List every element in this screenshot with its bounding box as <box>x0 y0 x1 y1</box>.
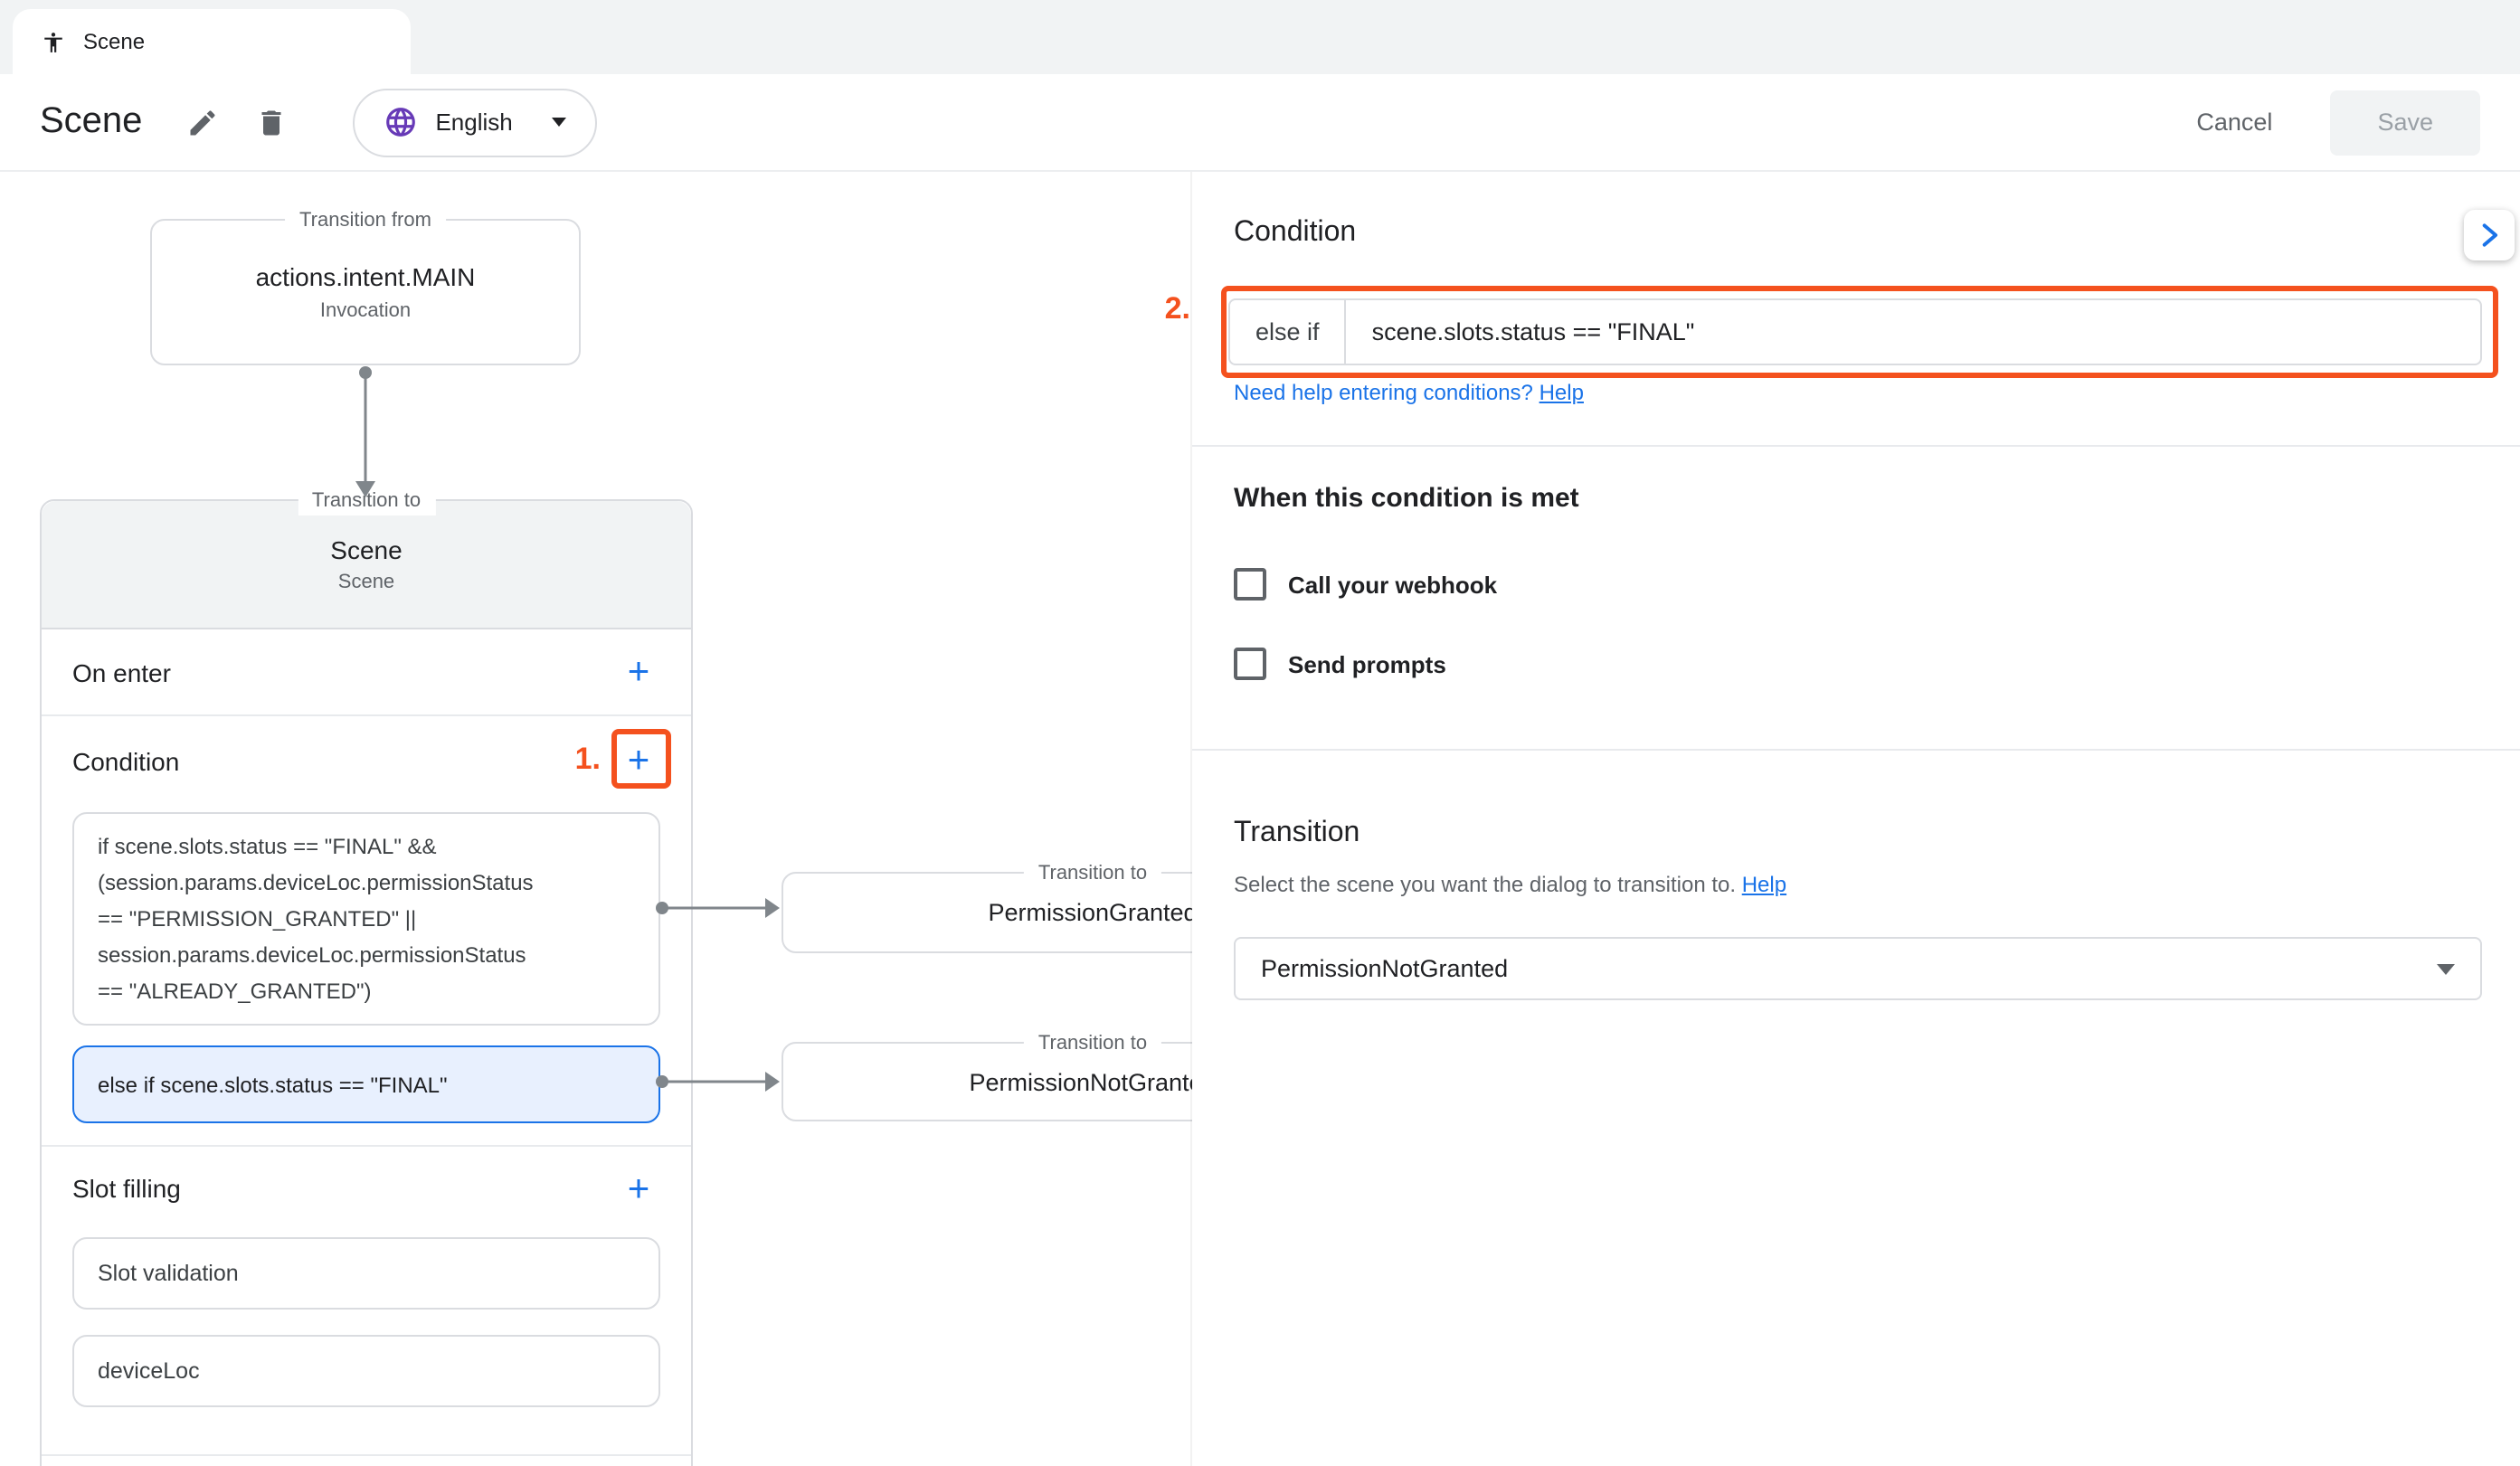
target-1-name: PermissionGranted <box>988 899 1197 926</box>
header: Scene English Cancel Save <box>0 74 2520 172</box>
condition-section: Condition + if scene.slots.status == "FI… <box>42 716 691 1147</box>
condition-section-label: Condition <box>72 746 179 775</box>
scene-card-subtitle: Scene <box>338 572 394 593</box>
add-slot-button[interactable]: + <box>617 1169 660 1207</box>
scene-card: Transition to Scene Scene On enter + Con… <box>40 499 693 1466</box>
panel-divider <box>1192 749 2520 751</box>
slot-validation-item[interactable]: Slot validation <box>72 1237 660 1310</box>
transition-from-legend: Transition from <box>285 206 446 235</box>
add-on-enter-button[interactable]: + <box>617 653 660 691</box>
add-condition-button[interactable]: + <box>617 742 660 780</box>
pencil-icon <box>185 106 218 138</box>
condition-editor-row: else if <box>1228 298 2482 365</box>
panel-divider <box>1192 445 2520 447</box>
globe-icon <box>383 105 417 139</box>
call-webhook-checkbox[interactable] <box>1234 568 1266 601</box>
when-condition-met-heading: When this condition is met <box>1234 483 1579 514</box>
collapse-panel-button[interactable] <box>2464 210 2515 260</box>
condition-help-line: Need help entering conditions? Help <box>1234 380 1584 405</box>
language-selector[interactable]: English <box>352 88 597 156</box>
cancel-button[interactable]: Cancel <box>2164 109 2305 136</box>
transition-select[interactable]: PermissionNotGranted <box>1234 937 2482 1000</box>
page-title: Scene <box>40 101 142 143</box>
tab-label: Scene <box>83 29 145 54</box>
slot-filling-section: Slot filling + Slot validation deviceLoc <box>42 1147 691 1456</box>
invocation-person-icon <box>42 30 65 53</box>
condition-item-2-selected[interactable]: else if scene.slots.status == "FINAL" <box>72 1045 660 1123</box>
chevron-down-icon <box>553 118 567 127</box>
help-link[interactable]: Help <box>1539 380 1584 405</box>
language-label: English <box>435 109 512 136</box>
else-if-label: else if <box>1230 300 1347 364</box>
target-1-legend: Transition to <box>1024 859 1161 888</box>
call-webhook-label: Call your webhook <box>1288 571 1497 598</box>
intent-name: actions.intent.MAIN <box>256 262 476 291</box>
trash-icon <box>254 106 287 138</box>
intent-subtitle: Invocation <box>320 300 411 322</box>
on-enter-label: On enter <box>72 657 171 686</box>
chevron-right-icon <box>2475 221 2504 250</box>
scene-card-header[interactable]: Scene Scene <box>42 501 691 629</box>
send-prompts-checkbox[interactable] <box>1234 648 1266 680</box>
condition-item-1[interactable]: if scene.slots.status == "FINAL" && (ses… <box>72 812 660 1026</box>
transition-help-text: Select the scene you want the dialog to … <box>1234 872 1736 897</box>
call-webhook-checkbox-row[interactable]: Call your webhook <box>1234 568 1497 601</box>
transition-help-link[interactable]: Help <box>1742 872 1786 897</box>
slot-deviceloc-item[interactable]: deviceLoc <box>72 1335 660 1407</box>
dropdown-caret-icon <box>2437 963 2455 974</box>
transition-select-value: PermissionNotGranted <box>1261 955 1508 982</box>
scene-card-title: Scene <box>330 535 402 564</box>
actions-console-app: Scene Scene English Cancel Save Transiti… <box>0 0 2520 1466</box>
save-button[interactable]: Save <box>2330 90 2480 155</box>
target-2-legend: Transition to <box>1024 1029 1161 1058</box>
on-enter-section: On enter + <box>42 629 691 716</box>
target-2-name: PermissionNotGranted <box>969 1068 1216 1095</box>
condition-heading: Condition <box>1234 217 1356 250</box>
send-prompts-checkbox-row[interactable]: Send prompts <box>1234 648 1446 680</box>
send-prompts-label: Send prompts <box>1288 650 1446 677</box>
transition-heading: Transition <box>1234 818 1359 850</box>
transition-from-node[interactable]: Transition from actions.intent.MAIN Invo… <box>150 219 581 365</box>
card-section-divider <box>42 1454 691 1456</box>
transition-to-legend: Transition to <box>298 487 435 515</box>
transition-help-line: Select the scene you want the dialog to … <box>1234 872 1786 897</box>
edit-scene-button[interactable] <box>182 102 222 142</box>
tab-scene[interactable]: Scene <box>13 9 411 74</box>
condition-detail-panel: Condition else if Need help entering con… <box>1192 172 2520 1466</box>
delete-scene-button[interactable] <box>251 102 290 142</box>
help-text: Need help entering conditions? <box>1234 380 1533 405</box>
tab-bar: Scene <box>0 0 2520 74</box>
slot-filling-label: Slot filling <box>72 1174 181 1203</box>
condition-input[interactable] <box>1347 300 2480 364</box>
